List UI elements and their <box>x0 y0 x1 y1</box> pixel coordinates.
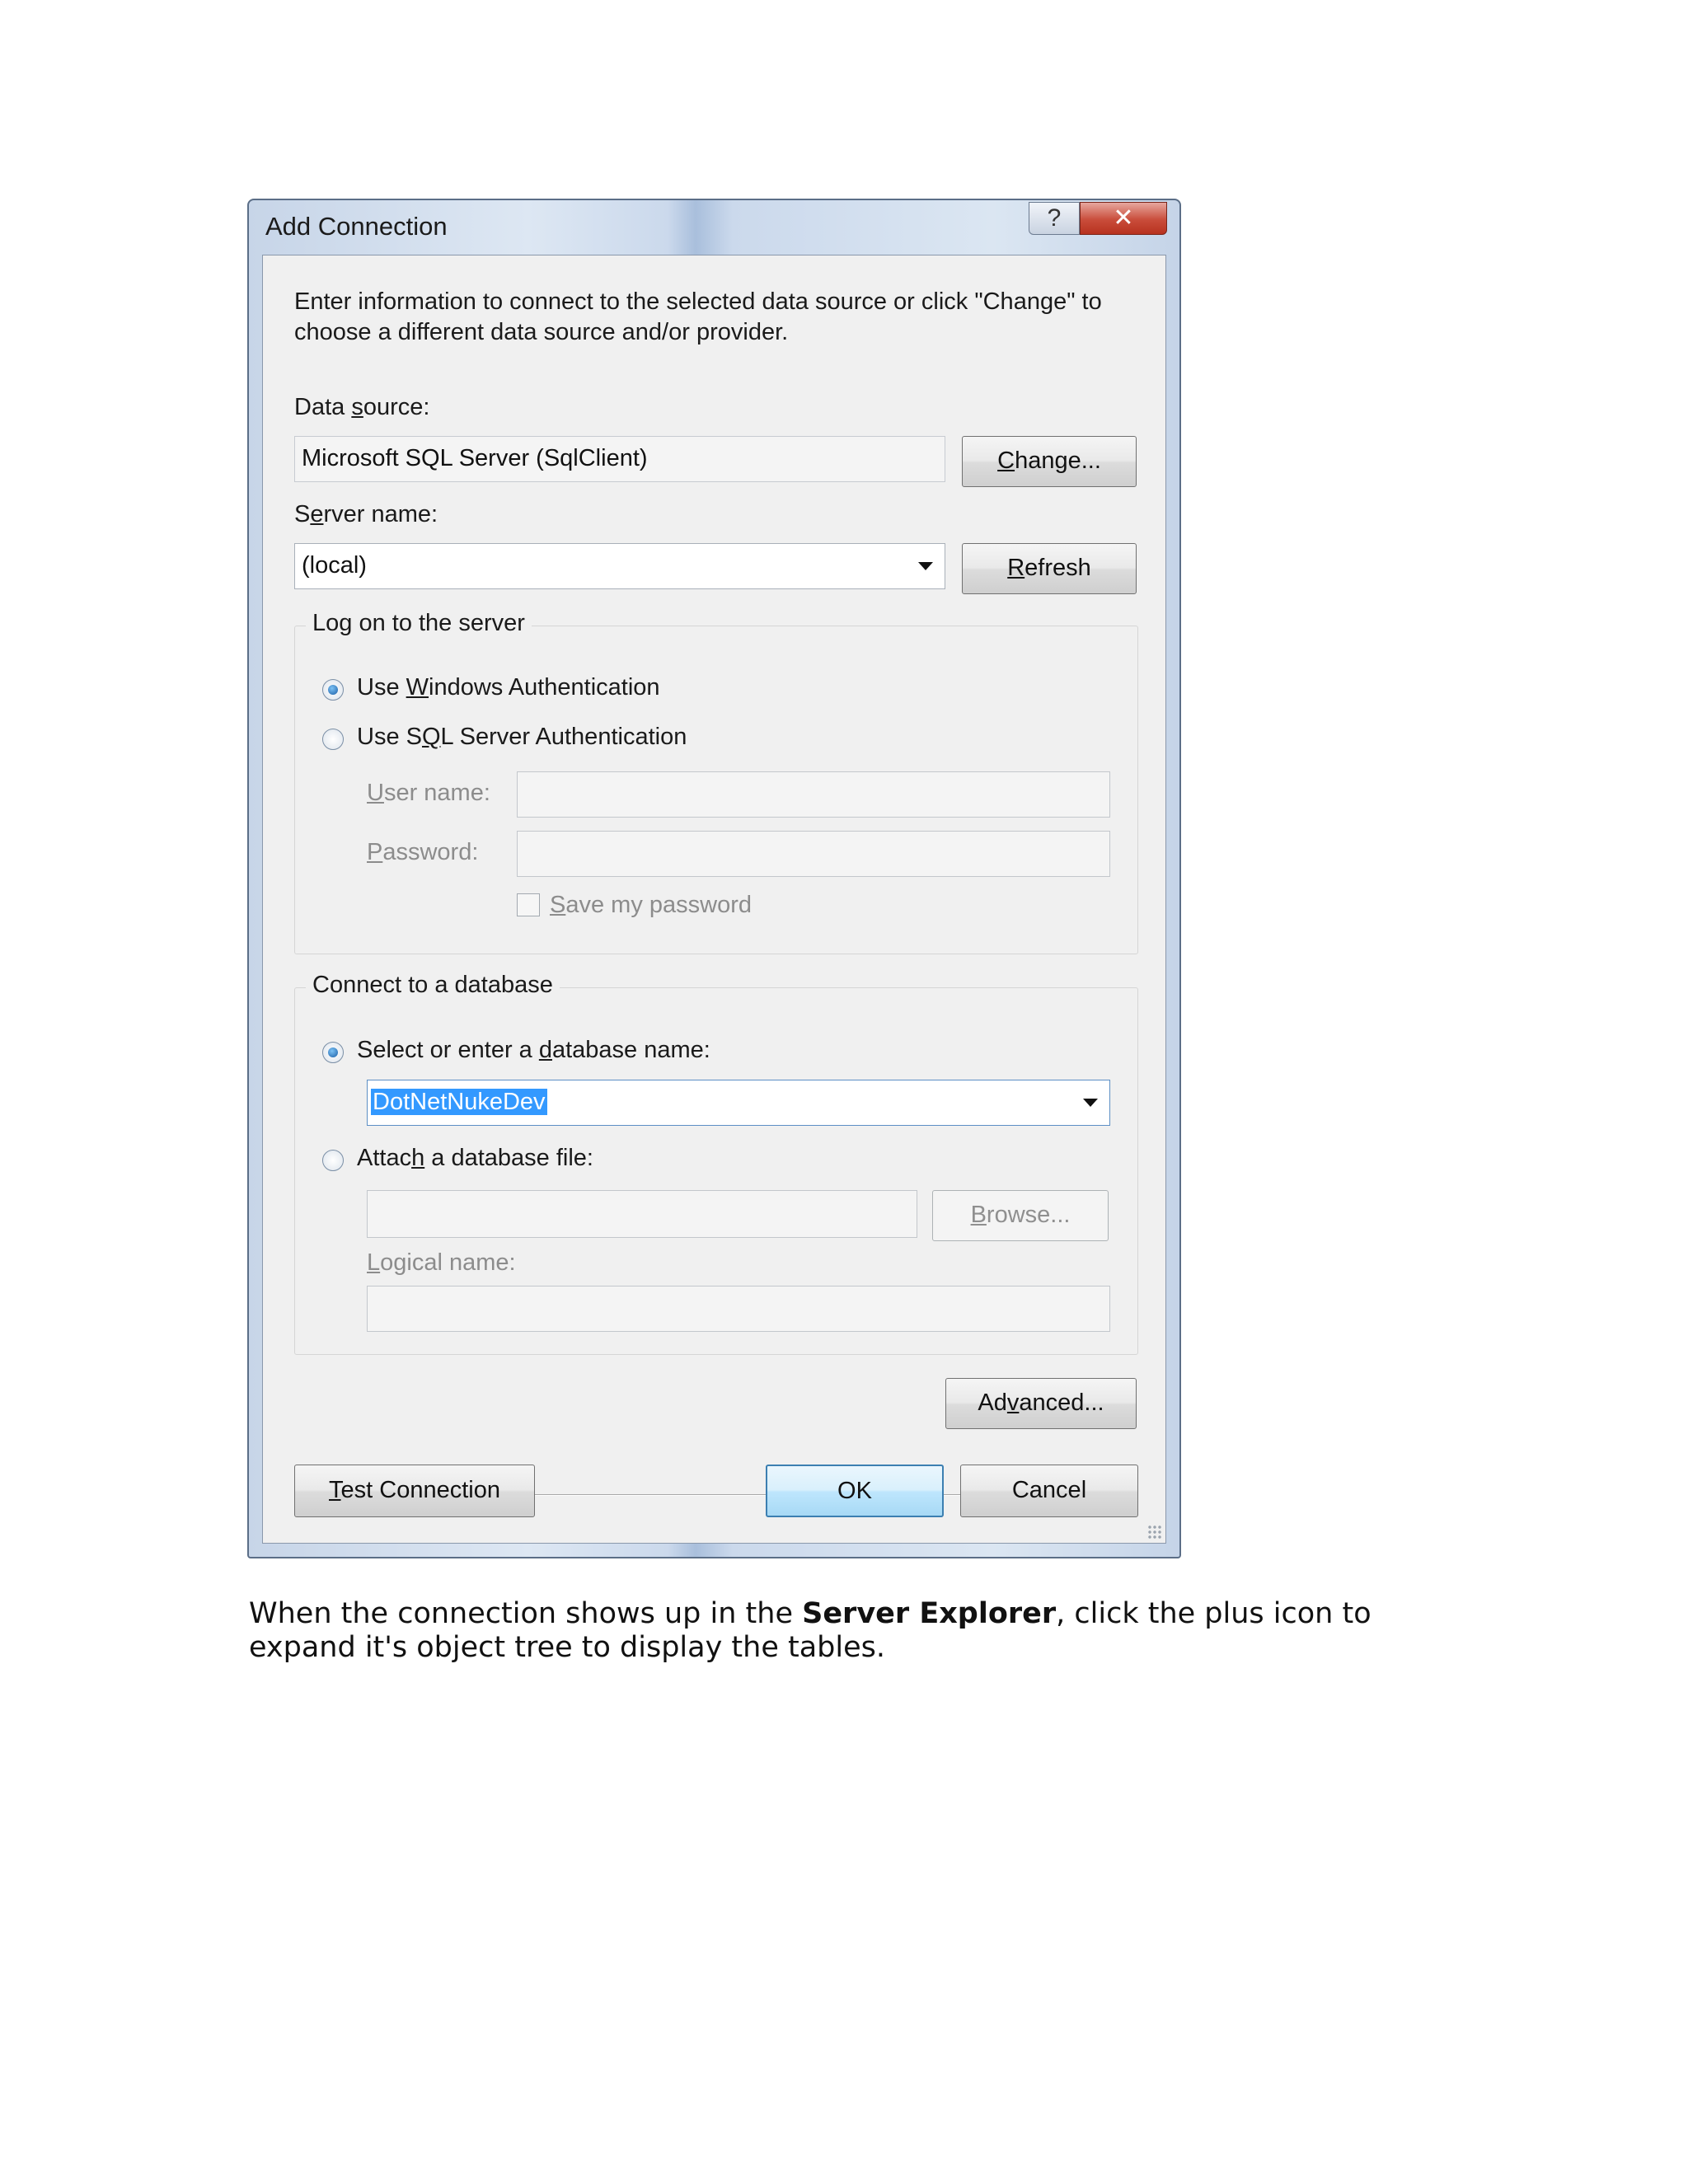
intro-text: Enter information to connect to the sele… <box>294 288 1102 345</box>
change-button[interactable]: Change... <box>962 436 1137 487</box>
help-icon: ? <box>1047 204 1062 232</box>
data-source-field: Microsoft SQL Server (SqlClient) <box>294 436 945 482</box>
dialog-title: Add Connection <box>265 212 448 241</box>
database-file-input[interactable] <box>367 1190 917 1238</box>
password-label: Password: <box>367 839 479 865</box>
database-name-value: DotNetNukeDev <box>371 1089 547 1115</box>
close-icon: ✕ <box>1113 204 1134 232</box>
title-bar[interactable]: Add Connection ? ✕ <box>249 200 1179 250</box>
refresh-button[interactable]: Refresh <box>962 543 1137 594</box>
advanced-button[interactable]: Advanced... <box>945 1378 1137 1429</box>
user-name-label: User name: <box>367 780 490 806</box>
server-name-label: Server name: <box>294 501 438 527</box>
help-button[interactable]: ? <box>1029 202 1080 235</box>
chevron-down-icon[interactable] <box>1083 1099 1098 1107</box>
server-name-value: (local) <box>302 552 367 579</box>
sql-auth-label[interactable]: Use SQL Server Authentication <box>357 724 687 751</box>
attach-file-radio[interactable] <box>322 1150 344 1171</box>
save-password-label[interactable]: Save my password <box>550 892 752 919</box>
browse-button[interactable]: Browse... <box>932 1190 1109 1241</box>
windows-auth-label[interactable]: Use Windows Authentication <box>357 674 660 701</box>
server-explorer-bold: Server Explorer <box>802 1597 1057 1630</box>
attach-file-label[interactable]: Attach a database file: <box>357 1145 593 1172</box>
database-group-legend: Connect to a database <box>306 972 560 999</box>
save-password-checkbox[interactable] <box>517 893 540 916</box>
dialog-client-area: Enter information to connect to the sele… <box>262 255 1166 1544</box>
select-database-label[interactable]: Select or enter a database name: <box>357 1037 710 1064</box>
user-name-input[interactable] <box>517 771 1110 818</box>
logical-name-input[interactable] <box>367 1286 1110 1332</box>
data-source-label: Data source: <box>294 394 430 420</box>
logical-name-label: Logical name: <box>367 1249 516 1276</box>
windows-auth-radio[interactable] <box>322 679 344 701</box>
resize-grip-icon[interactable] <box>1147 1525 1162 1540</box>
cancel-button[interactable]: Cancel <box>960 1465 1138 1517</box>
logon-group-legend: Log on to the server <box>306 610 532 637</box>
add-connection-dialog: Add Connection ? ✕ Enter information to … <box>247 199 1181 1558</box>
select-database-radio[interactable] <box>322 1042 344 1063</box>
caption-paragraph: When the connection shows up in the Serv… <box>249 1597 1372 1664</box>
password-input[interactable] <box>517 831 1110 877</box>
test-connection-button[interactable]: Test Connection <box>294 1465 535 1517</box>
server-name-combo[interactable]: (local) <box>294 543 945 589</box>
chevron-down-icon[interactable] <box>918 562 933 570</box>
database-name-combo[interactable]: DotNetNukeDev <box>367 1080 1110 1126</box>
close-button[interactable]: ✕ <box>1080 202 1167 235</box>
sql-auth-radio[interactable] <box>322 729 344 750</box>
ok-button[interactable]: OK <box>766 1465 944 1517</box>
